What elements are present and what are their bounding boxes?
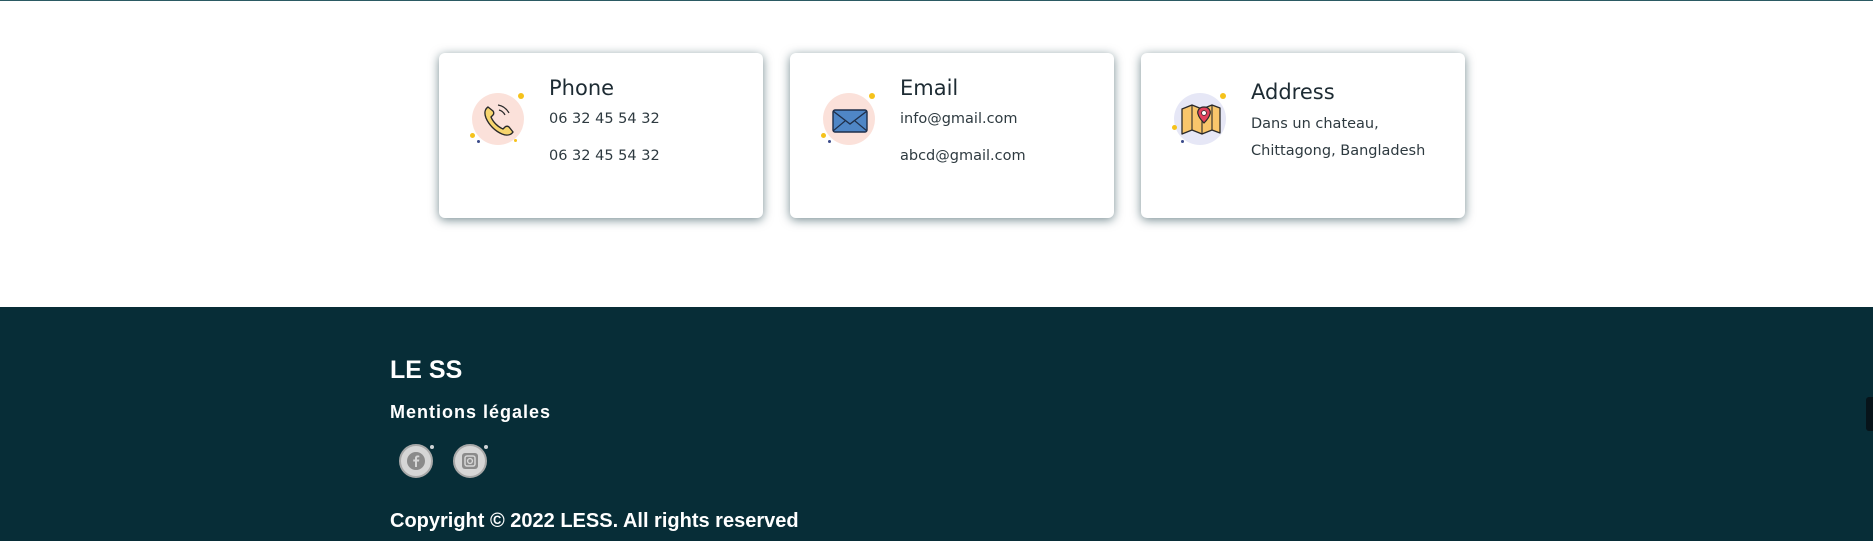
address-line-1: Dans un chateau, bbox=[1251, 116, 1379, 133]
social-links bbox=[399, 444, 488, 478]
email-address-2[interactable]: abcd@gmail.com bbox=[900, 147, 1026, 166]
envelope-icon bbox=[821, 93, 877, 147]
address-card-text: Address Dans un chateau, Chittagong, Ban… bbox=[1251, 80, 1426, 161]
instagram-icon[interactable] bbox=[453, 444, 488, 478]
phone-title: Phone bbox=[549, 76, 615, 100]
site-footer: LE SS Mentions légales Copyright © 2022 … bbox=[0, 307, 1873, 541]
footer-brand[interactable]: LE SS bbox=[390, 356, 462, 385]
phone-card: Phone 06 32 45 54 32 06 32 45 54 32 bbox=[439, 53, 763, 218]
email-card-text: Email info@gmail.com abcd@gmail.com bbox=[900, 76, 1026, 166]
email-card: Email info@gmail.com abcd@gmail.com bbox=[790, 53, 1114, 218]
scroll-to-top-handle[interactable] bbox=[1866, 397, 1873, 431]
email-address-1[interactable]: info@gmail.com bbox=[900, 110, 1026, 129]
contact-cards: Phone 06 32 45 54 32 06 32 45 54 32 Emai… bbox=[439, 53, 1465, 218]
phone-icon bbox=[470, 93, 526, 147]
phone-card-text: Phone 06 32 45 54 32 06 32 45 54 32 bbox=[549, 76, 660, 166]
map-pin-icon bbox=[1172, 93, 1228, 147]
address-line-2: Chittagong, Bangladesh bbox=[1251, 142, 1426, 159]
facebook-icon[interactable] bbox=[399, 444, 434, 478]
address-card: Address Dans un chateau, Chittagong, Ban… bbox=[1141, 53, 1465, 218]
top-divider bbox=[0, 0, 1873, 1]
address-title: Address bbox=[1251, 80, 1335, 104]
phone-number-2[interactable]: 06 32 45 54 32 bbox=[549, 147, 660, 166]
copyright-text: Copyright © 2022 LESS. All rights reserv… bbox=[390, 510, 799, 532]
phone-number-1[interactable]: 06 32 45 54 32 bbox=[549, 110, 660, 129]
email-title: Email bbox=[900, 76, 959, 100]
legal-notice-link[interactable]: Mentions légales bbox=[390, 402, 551, 423]
